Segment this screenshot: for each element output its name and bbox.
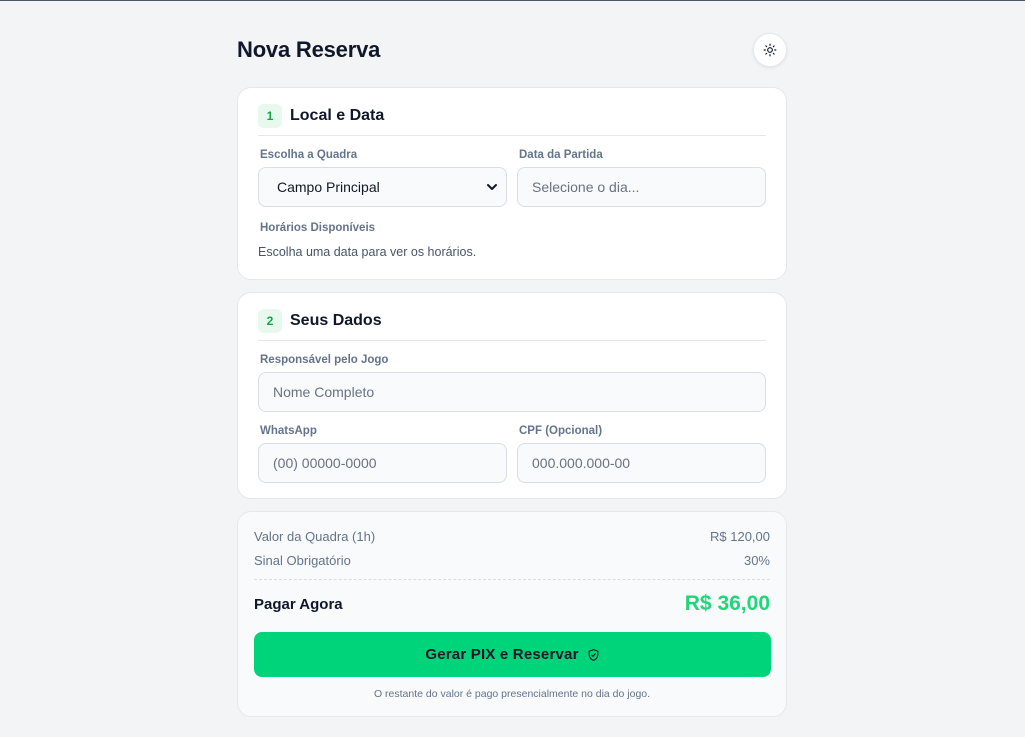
section-local-data: 1 Local e Data Escolha a Quadra Campo Pr…	[237, 87, 787, 280]
section-title: Seus Dados	[290, 312, 382, 329]
name-input[interactable]: Nome Completo	[258, 372, 766, 412]
summary-divider	[254, 579, 770, 580]
generate-pix-button[interactable]: Gerar PIX e Reservar	[254, 632, 771, 677]
court-price-row: Valor da Quadra (1h) R$ 120,00	[254, 529, 770, 544]
cpf-label: CPF (Opcional)	[519, 425, 603, 437]
whatsapp-input[interactable]: (00) 00000-0000	[258, 443, 507, 483]
deposit-label: Sinal Obrigatório	[254, 553, 351, 568]
sun-icon	[763, 43, 777, 57]
page-title: Nova Reserva	[237, 37, 381, 62]
times-helper-text: Escolha uma data para ver os horários.	[258, 245, 477, 259]
name-placeholder: Nome Completo	[273, 384, 375, 400]
shield-check-icon	[588, 648, 599, 661]
court-price-label: Valor da Quadra (1h)	[254, 529, 376, 544]
page-header: Nova Reserva	[237, 31, 787, 69]
whatsapp-placeholder: (00) 00000-0000	[273, 455, 377, 471]
times-label: Horários Disponíveis	[260, 222, 376, 234]
date-label: Data da Partida	[519, 149, 603, 161]
date-input[interactable]: Selecione o dia...	[517, 167, 766, 207]
generate-pix-label: Gerar PIX e Reservar	[425, 646, 579, 663]
cpf-input[interactable]: 000.000.000-00	[517, 443, 766, 483]
court-price-value: R$ 120,00	[710, 529, 770, 544]
step-badge: 2	[258, 309, 282, 333]
whatsapp-label: WhatsApp	[260, 425, 317, 437]
section-header: 1 Local e Data	[258, 104, 766, 136]
section-title: Local e Data	[290, 107, 385, 124]
court-label: Escolha a Quadra	[260, 149, 358, 161]
deposit-value: 30%	[743, 553, 770, 568]
chevron-down-icon	[487, 184, 497, 190]
court-select-value: Campo Principal	[277, 179, 380, 195]
theme-toggle-button[interactable]	[753, 33, 787, 67]
section-seus-dados: 2 Seus Dados Responsável pelo Jogo Nome …	[237, 292, 787, 499]
section-header: 2 Seus Dados	[258, 309, 766, 341]
total-label: Pagar Agora	[254, 596, 343, 613]
name-label: Responsável pelo Jogo	[260, 354, 389, 366]
payment-footnote: O restante do valor é pago presencialmen…	[373, 688, 651, 700]
payment-summary: Valor da Quadra (1h) R$ 120,00 Sinal Obr…	[237, 511, 787, 717]
deposit-row: Sinal Obrigatório 30%	[254, 553, 770, 568]
court-select[interactable]: Campo Principal	[258, 167, 507, 207]
cpf-placeholder: 000.000.000-00	[532, 455, 631, 471]
date-placeholder: Selecione o dia...	[532, 179, 640, 195]
total-value: R$ 36,00	[684, 592, 770, 615]
step-badge: 1	[258, 104, 282, 128]
